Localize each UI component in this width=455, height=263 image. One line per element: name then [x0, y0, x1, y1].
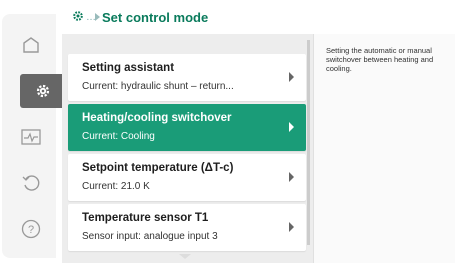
chevron-right-icon	[289, 72, 294, 82]
scroll-down-icon[interactable]	[179, 254, 191, 259]
item-title: Setting assistant	[82, 62, 175, 74]
gear-icon	[36, 84, 49, 98]
home-icon	[23, 37, 39, 53]
settings-list: Setting assistant Current: hydraulic shu…	[62, 34, 313, 263]
diagnostics-icon	[21, 129, 41, 145]
list-item-setpoint-temperature[interactable]: Setpoint temperature (ΔT-c) Current: 21.…	[68, 154, 306, 201]
help-panel: Setting the automatic or manual switchov…	[313, 34, 455, 263]
item-title: Temperature sensor T1	[82, 212, 209, 224]
item-title: Heating/cooling switchover	[82, 112, 232, 124]
nav-settings[interactable]	[20, 74, 65, 108]
nav-rail: ?	[2, 14, 65, 258]
restore-icon	[22, 175, 40, 191]
nav-restore[interactable]	[14, 166, 48, 200]
nav-diagnostics[interactable]	[14, 120, 48, 154]
chevron-right-icon	[289, 122, 294, 132]
item-title: Setpoint temperature (ΔT-c)	[82, 162, 234, 174]
nav-help[interactable]: ?	[14, 212, 48, 246]
item-subtitle: Current: Cooling	[82, 131, 155, 142]
breadcrumb-arrow-icon	[95, 13, 100, 21]
svg-text:?: ?	[28, 224, 34, 236]
list-item-temperature-sensor-t1[interactable]: Temperature sensor T1 Sensor input: anal…	[68, 204, 306, 251]
help-text: Setting the automatic or manual switchov…	[326, 46, 434, 73]
scrollbar[interactable]	[307, 40, 310, 245]
nav-home[interactable]	[14, 28, 48, 62]
header: … Set control mode	[62, 0, 455, 34]
page-title: Set control mode	[102, 10, 209, 25]
item-subtitle: Sensor input: analogue input 3	[82, 231, 218, 242]
chevron-right-icon	[289, 172, 294, 182]
device-screen: ? … Set control mode Setting assistant C…	[0, 0, 455, 263]
list-item-heating-cooling-switchover[interactable]: Heating/cooling switchover Current: Cool…	[68, 104, 306, 151]
chevron-right-icon	[289, 222, 294, 232]
list-item-setting-assistant[interactable]: Setting assistant Current: hydraulic shu…	[68, 54, 306, 101]
item-subtitle: Current: hydraulic shunt – return...	[82, 81, 234, 92]
settings-gear-icon	[73, 11, 83, 21]
item-subtitle: Current: 21.0 K	[82, 181, 150, 192]
help-icon: ?	[21, 219, 41, 239]
